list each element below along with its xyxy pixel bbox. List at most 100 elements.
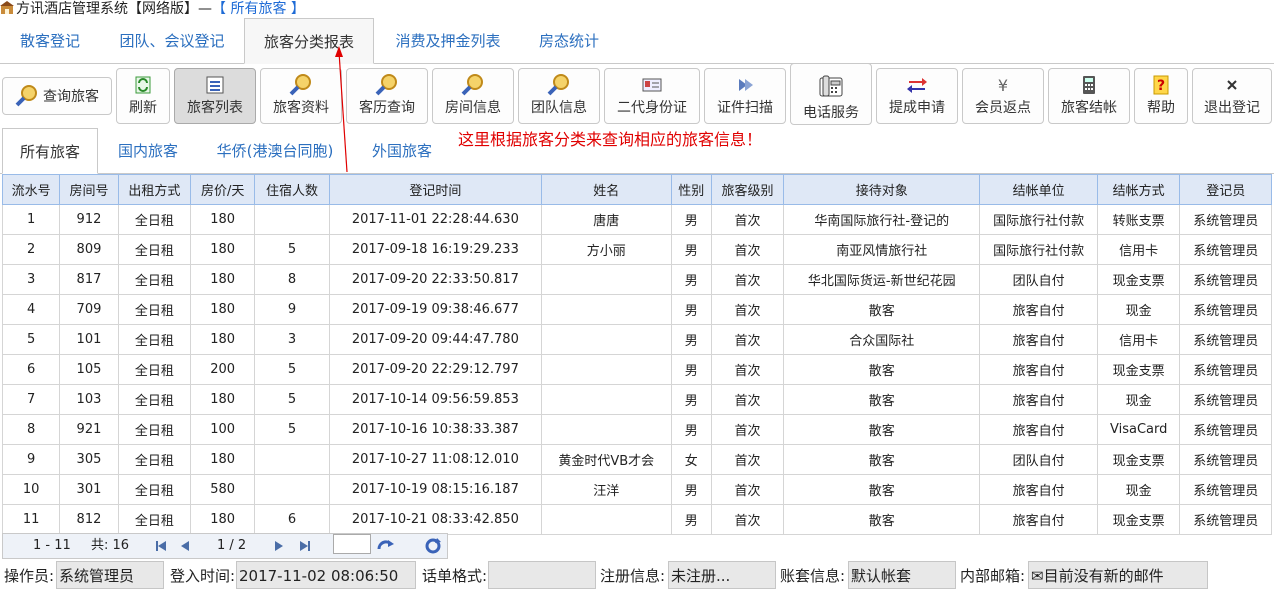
table-cell: 103 [59,384,119,415]
table-cell: 180 [190,384,256,415]
room-info-button[interactable]: 房间信息 [432,68,514,124]
status-bar: 操作员: 系统管理员 登入时间: 2017-11-02 08:06:50 话单格… [0,560,1274,590]
document-scan-button[interactable]: 证件扫描 [704,68,786,124]
magnifier-icon [375,74,397,96]
column-header[interactable]: 登记员 [1179,174,1272,205]
column-header[interactable]: 旅客级别 [710,174,785,205]
tab-all-guests[interactable]: 所有旅客 [2,128,98,174]
table-cell: 唐唐 [540,204,672,235]
column-header[interactable]: 登记时间 [328,174,542,205]
query-guest-button[interactable]: 查询旅客 [2,77,112,115]
table-cell: 全日租 [117,414,192,445]
member-rebate-button[interactable]: ¥ 会员返点 [962,68,1044,124]
column-header[interactable]: 结帐单位 [979,174,1098,205]
table-row[interactable]: 2 809 全日租 180 5 2017-09-18 16:19:29.233 方小丽男首次… [1,234,1272,265]
history-query-label: 客历查询 [359,100,415,116]
column-header[interactable]: 接待对象 [783,174,981,205]
go-page-button[interactable] [375,534,395,558]
svg-text:¥: ¥ [998,76,1008,95]
table-row[interactable]: 6 105 全日租 200 5 2017-09-20 22:29:12.797 男首次 散客旅… [1,354,1272,385]
table-cell: 男 [670,264,712,295]
logout-button[interactable]: 退出登记 [1192,68,1272,124]
table-cell: 709 [59,294,119,325]
table-row[interactable]: 9 305 全日租 180 2017-10-27 11:08:12.010 黄金时代VB才… [1,444,1272,475]
column-header[interactable]: 姓名 [540,174,672,205]
table-cell: 2017-09-20 22:29:12.797 [328,354,542,385]
table-cell: 旅客自付 [979,504,1098,535]
table-row[interactable]: 1 912 全日租 180 2017-11-01 22:28:44.630 唐唐男首次 华南… [1,204,1272,235]
table-cell: 2017-09-20 22:33:50.817 [328,264,542,295]
id-card-button[interactable]: 二代身份证 [604,68,700,124]
table-row[interactable]: 4 709 全日租 180 9 2017-09-19 09:38:46.677 男首次 散客旅… [1,294,1272,325]
tab-walkin-checkin[interactable]: 散客登记 [0,18,100,64]
table-cell: 男 [670,504,712,535]
table-cell: 系统管理员 [1179,504,1272,535]
column-header[interactable]: 住宿人数 [254,174,330,205]
column-header[interactable]: 房间号 [59,174,119,205]
account-value: 默认帐套 [848,561,956,589]
table-row[interactable]: 3 817 全日租 180 8 2017-09-20 22:33:50.817 男首次 华北国… [1,264,1272,295]
tab-group-checkin[interactable]: 团队、会议登记 [100,18,244,64]
table-cell [254,474,330,505]
tab-domestic-guests[interactable]: 国内旅客 [100,128,196,174]
mailbox-value[interactable]: ✉目前没有新的邮件 [1028,561,1208,589]
table-cell: 8 [1,414,61,445]
table-cell [254,444,330,475]
refresh-button[interactable]: 刷新 [116,68,170,124]
table-cell: 3 [1,264,61,295]
table-cell: 汪洋 [540,474,672,505]
column-header[interactable]: 性别 [670,174,712,205]
bill-format-label: 话单格式: [422,567,488,585]
help-label: 帮助 [1147,100,1175,116]
column-header[interactable]: 结帐方式 [1096,174,1181,205]
table-cell: 2017-09-20 09:44:47.780 [328,324,542,355]
column-header[interactable]: 出租方式 [117,174,192,205]
refresh-label: 刷新 [129,100,157,116]
page-number-input[interactable] [333,534,371,554]
history-query-button[interactable]: 客历查询 [346,68,428,124]
guest-info-button[interactable]: 旅客资料 [260,68,342,124]
table-cell: 全日租 [117,354,192,385]
guest-list-label: 旅客列表 [187,100,243,116]
table-cell: 系统管理员 [1179,324,1272,355]
table-cell: 系统管理员 [1179,354,1272,385]
table-cell: 6 [254,504,330,535]
table-cell: 首次 [710,234,785,265]
phone-service-button[interactable]: 电话服务 [790,63,872,125]
table-cell: 7 [1,384,61,415]
next-page-button[interactable] [271,534,287,558]
guest-list-button[interactable]: 旅客列表 [174,68,256,124]
submit-request-button[interactable]: 提成申请 [876,68,958,124]
table-row[interactable]: 5 101 全日租 180 3 2017-09-20 09:44:47.780 男首次 合众国… [1,324,1272,355]
page-range: 1 - 11 [33,538,71,553]
tab-consumption-deposit[interactable]: 消费及押金列表 [374,18,522,64]
table-row[interactable]: 8 921 全日租 100 5 2017-10-16 10:38:33.387 男首次 散客旅… [1,414,1272,445]
login-time-label: 登入时间: [170,567,236,585]
table-cell: 9 [1,444,61,475]
tab-room-status[interactable]: 房态统计 [522,18,616,64]
column-header[interactable]: 房价/天 [190,174,256,205]
help-button[interactable]: ? 帮助 [1134,68,1188,124]
reload-button[interactable] [423,534,443,558]
prev-page-button[interactable] [177,534,193,558]
calculator-icon [1083,76,1095,94]
first-page-button[interactable] [153,534,169,558]
table-row[interactable]: 10 301 全日租 580 2017-10-19 08:15:16.187 汪洋男首次散… [1,474,1272,505]
guest-checkout-button[interactable]: 旅客结帐 [1048,68,1130,124]
app-title: 方讯酒店管理系统【网络版】— [16,1,212,17]
table-row[interactable]: 7 103 全日租 180 5 2017-10-14 09:56:59.853 男首次 散客旅… [1,384,1272,415]
tab-overseas-chinese[interactable]: 华侨(港澳台同胞) [198,128,352,174]
transfer-icon [907,78,927,93]
table-cell: 9 [254,294,330,325]
group-info-button[interactable]: 团队信息 [518,68,600,124]
table-cell: 全日租 [117,444,192,475]
table-cell [540,294,672,325]
table-cell: 男 [670,324,712,355]
table-cell: 全日租 [117,204,192,235]
last-page-button[interactable] [297,534,313,558]
tab-foreign-guests[interactable]: 外国旅客 [354,128,450,174]
table-row[interactable]: 11 812 全日租 180 6 2017-10-21 08:33:42.850 男首次 散客… [1,504,1272,535]
table-cell: 男 [670,294,712,325]
tab-guest-category-report[interactable]: 旅客分类报表 [244,18,374,64]
column-header[interactable]: 流水号 [1,174,61,205]
